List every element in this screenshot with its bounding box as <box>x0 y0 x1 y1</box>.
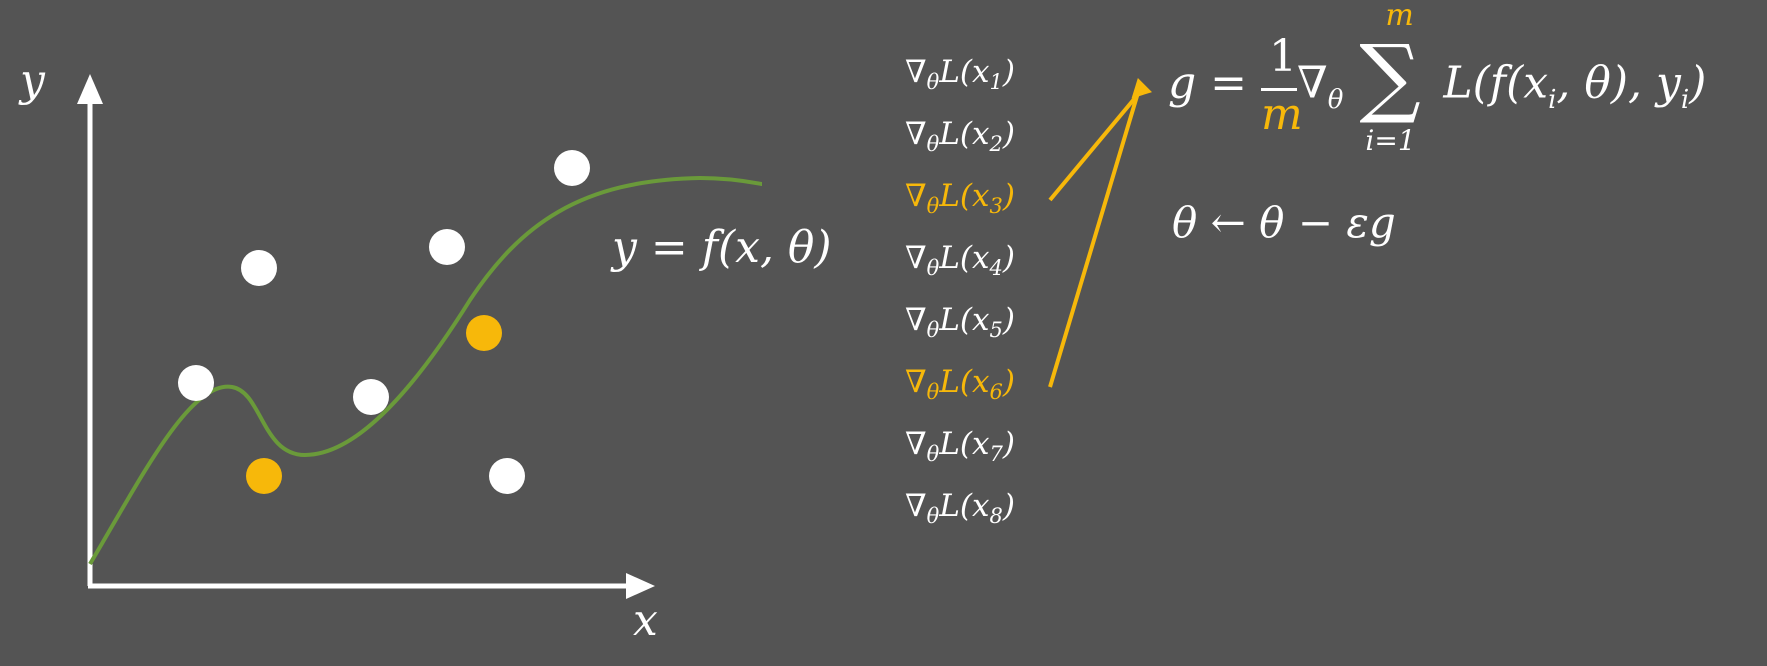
nabla-subscript: θ <box>1327 84 1344 115</box>
theta-subscript: θ <box>926 70 940 94</box>
close-paren: ) <box>1002 54 1015 90</box>
sum-lower-limit: i=1 <box>1365 124 1416 157</box>
y-axis-label: y <box>20 55 45 106</box>
theta-subscript: θ <box>926 442 940 466</box>
gradient-item-3: ∇θL(x3) <box>905 178 1015 218</box>
data-point <box>178 365 214 401</box>
sample-index: 7 <box>989 442 1003 466</box>
sum-body: L(f(x <box>1443 57 1549 109</box>
fraction-denominator: m <box>1261 89 1303 140</box>
close-paren: ) <box>1002 240 1015 276</box>
nabla-symbol: ∇ <box>905 364 927 400</box>
loss-text: L(x <box>939 54 990 90</box>
gradient-item-2: ∇θL(x2) <box>905 116 1015 156</box>
theta-subscript: θ <box>926 504 940 528</box>
gradient-equation: g = 1 m ∇θ m ∑ i=1 L(f(xi, θ), yi) <box>1168 0 1707 166</box>
loss-text: L(x <box>939 178 990 214</box>
theta-subscript: θ <box>926 380 940 404</box>
summation: m ∑ i=1 <box>1357 0 1443 166</box>
sample-index: 3 <box>989 194 1003 218</box>
sum-symbol: ∑ <box>1359 27 1421 127</box>
update-rule: θ ← θ − εg <box>1172 198 1396 247</box>
gradient-item-8: ∇θL(x8) <box>905 488 1015 528</box>
fraction-numerator: 1 <box>1269 31 1298 82</box>
nabla-symbol: ∇ <box>905 116 927 152</box>
theta-subscript: θ <box>926 194 940 218</box>
sum-body-mid: , θ), y <box>1556 57 1681 109</box>
close-paren: ) <box>1002 488 1015 524</box>
gradient-item-1: ∇θL(x1) <box>905 54 1015 94</box>
theta-subscript: θ <box>926 256 940 280</box>
loss-text: L(x <box>939 116 990 152</box>
arrow-from-x6 <box>1048 85 1142 388</box>
sample-index: 6 <box>989 380 1003 404</box>
gradient-item-7: ∇θL(x7) <box>905 426 1015 466</box>
close-paren: ) <box>1002 116 1015 152</box>
sample-index: 1 <box>989 70 1003 94</box>
sample-index: 2 <box>989 132 1003 156</box>
function-label: y = f(x, θ) <box>612 222 832 273</box>
close-paren: ) <box>1002 178 1015 214</box>
data-point-highlighted <box>466 315 502 351</box>
nabla-symbol: ∇ <box>905 178 927 214</box>
loss-text: L(x <box>939 488 990 524</box>
sample-index: 8 <box>989 504 1003 528</box>
data-point-highlighted <box>246 458 282 494</box>
data-point <box>554 150 590 186</box>
loss-text: L(x <box>939 302 990 338</box>
nabla-symbol: ∇ <box>905 426 927 462</box>
loss-text: L(x <box>939 364 990 400</box>
sum-body-sub2: i <box>1680 84 1690 115</box>
theta-subscript: θ <box>926 318 940 342</box>
diagram-stage: y x y = f(x, θ) ∇θL(x1) ∇θL(x2) ∇θL(x3) ∇θL… <box>0 0 1767 666</box>
close-paren: ) <box>1002 426 1015 462</box>
gradient-item-4: ∇θL(x4) <box>905 240 1015 280</box>
loss-text: L(x <box>939 426 990 462</box>
arrow-from-x3 <box>1048 84 1147 202</box>
nabla-symbol: ∇ <box>905 488 927 524</box>
gradient-item-5: ∇θL(x5) <box>905 302 1015 342</box>
sum-body-end: ) <box>1689 57 1707 109</box>
nabla-symbol: ∇ <box>905 54 927 90</box>
sample-index: 4 <box>989 256 1003 280</box>
close-paren: ) <box>1002 302 1015 338</box>
data-point <box>489 458 525 494</box>
data-point <box>241 250 277 286</box>
sum-body-sub1: i <box>1548 84 1557 115</box>
nabla-symbol: ∇ <box>905 302 927 338</box>
x-axis-label: x <box>633 595 658 646</box>
theta-subscript: θ <box>926 132 940 156</box>
gradient-lhs: g = <box>1168 57 1248 109</box>
y-axis-arrowhead <box>77 74 103 104</box>
gradient-item-6: ∇θL(x6) <box>905 364 1015 404</box>
data-point <box>353 379 389 415</box>
close-paren: ) <box>1002 364 1015 400</box>
arrowhead-gradient <box>1131 77 1153 99</box>
data-point <box>429 229 465 265</box>
loss-text: L(x <box>939 240 990 276</box>
fraction: 1 m <box>1261 31 1303 141</box>
sample-index: 5 <box>989 318 1003 342</box>
nabla-symbol: ∇ <box>905 240 927 276</box>
